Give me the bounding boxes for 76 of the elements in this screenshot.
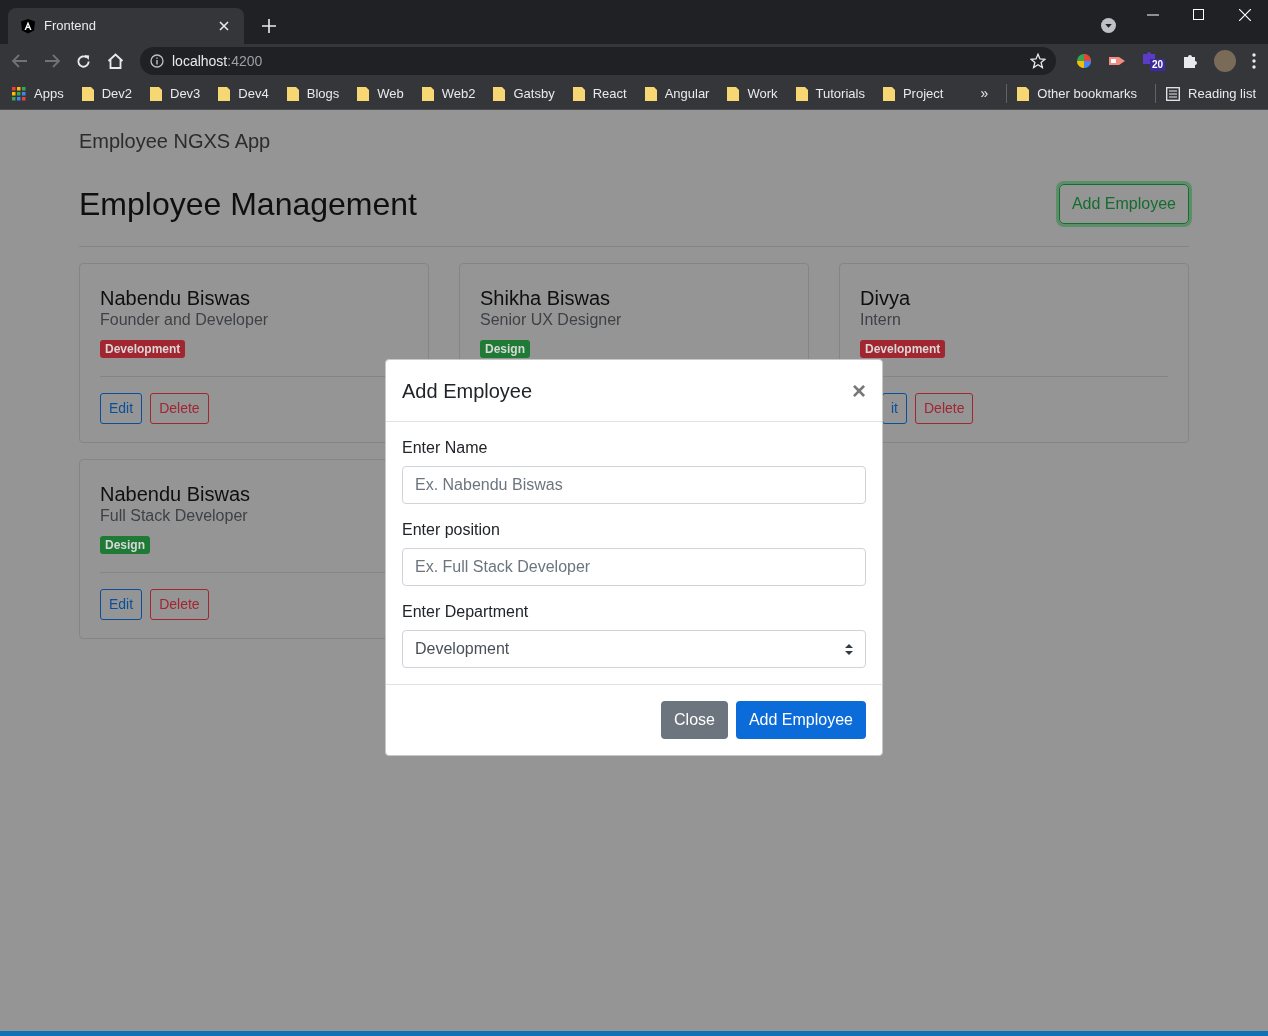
extensions-icon[interactable] [1182, 53, 1198, 69]
apps-shortcut[interactable]: Apps [12, 83, 64, 104]
modal-title: Add Employee [402, 378, 533, 404]
maximize-icon[interactable] [1193, 9, 1204, 20]
bookmark-folder[interactable]: Web2 [421, 83, 476, 104]
folder-icon [218, 85, 231, 102]
color-wheel-icon[interactable] [1076, 53, 1092, 69]
department-badge: Design [100, 536, 150, 554]
folder-icon [493, 85, 506, 102]
tab-search-icon[interactable] [1101, 18, 1116, 33]
bookmark-folder[interactable]: Dev3 [150, 83, 201, 104]
bookmark-folder[interactable]: Blogs [286, 83, 340, 104]
back-arrow-icon[interactable] [12, 54, 28, 68]
extension-count-badge: 20 [1150, 59, 1166, 71]
bookmark-folder[interactable]: Gatsby [493, 83, 555, 104]
reading-list-button[interactable]: Reading list [1155, 83, 1256, 104]
overflow-chevron[interactable]: » [980, 83, 989, 104]
department-badge: Development [860, 340, 946, 358]
more-menu-icon[interactable] [1252, 53, 1256, 69]
text-input[interactable]: Ex. Full Stack Developer [402, 548, 866, 586]
department-badge: Development [100, 340, 186, 358]
tab-title: Frontend [44, 17, 98, 36]
text-input[interactable]: Ex. Nabendu Biswas [402, 466, 866, 504]
info-icon [150, 54, 164, 68]
employee-position: Senior UX Designer [480, 310, 623, 330]
bookmark-folder[interactable]: Dev2 [81, 83, 132, 104]
folder-icon [727, 85, 740, 102]
address-bar[interactable]: localhost:4200 [140, 47, 1056, 75]
department-select[interactable]: Development [402, 630, 866, 668]
folder-icon [286, 85, 299, 102]
bookmark-folder[interactable]: React [572, 83, 627, 104]
forward-arrow-icon[interactable] [44, 54, 60, 68]
bookmark-folder[interactable]: Work [727, 83, 778, 104]
folder-icon [572, 85, 585, 102]
department-badge: Design [480, 340, 530, 358]
employee-position: Intern [860, 310, 902, 330]
bookmark-folder[interactable]: Other bookmarks [1006, 83, 1138, 104]
close-window-icon[interactable] [1239, 9, 1251, 21]
angular-logo-icon [20, 18, 36, 34]
field-label: Enter Department [402, 602, 530, 622]
add-employee-button[interactable]: Add Employee [735, 701, 866, 739]
employee-name: Shikha Biswas [480, 286, 612, 310]
folder-icon [150, 85, 162, 102]
close-button[interactable]: × [852, 378, 866, 403]
employee-position: Founder and Developer [100, 310, 270, 330]
sort-arrows-icon [845, 643, 853, 655]
new-tab-icon[interactable] [262, 19, 276, 33]
apps-grid-icon [12, 86, 26, 101]
bookmark-folder[interactable]: Dev4 [218, 83, 269, 104]
folder-icon [795, 85, 808, 102]
employee-name: Nabendu Biswas [100, 482, 252, 506]
employee-name: Divya [860, 286, 911, 310]
star-icon[interactable] [1030, 53, 1046, 69]
field-label: Enter Name [402, 438, 489, 458]
folder-icon [1017, 85, 1030, 102]
bookmark-folder[interactable]: Project [882, 83, 944, 104]
reload-icon[interactable] [76, 53, 91, 69]
list-icon [1166, 86, 1181, 101]
close-button[interactable]: Close [661, 701, 728, 739]
employee-name: Nabendu Biswas [100, 286, 252, 310]
home-icon[interactable] [107, 53, 124, 69]
employee-position: Full Stack Developer [100, 506, 249, 526]
bookmark-folder[interactable]: Tutorials [795, 83, 865, 104]
bookmark-folder[interactable]: Web [357, 83, 404, 104]
browser-tab[interactable]: Frontend [8, 8, 244, 44]
field-label: Enter position [402, 520, 501, 540]
folder-icon [421, 85, 434, 102]
folder-icon [644, 85, 657, 102]
folder-icon [882, 85, 895, 102]
bookmark-folder[interactable]: Angular [644, 83, 710, 104]
folder-icon [357, 85, 370, 102]
page-heading: Employee Management [79, 185, 417, 224]
url-text: localhost:4200 [172, 51, 264, 71]
camera-arrow-icon[interactable] [1108, 54, 1126, 68]
navbar-brand[interactable]: Employee NGXS App [79, 128, 1189, 154]
folder-icon [81, 85, 94, 102]
